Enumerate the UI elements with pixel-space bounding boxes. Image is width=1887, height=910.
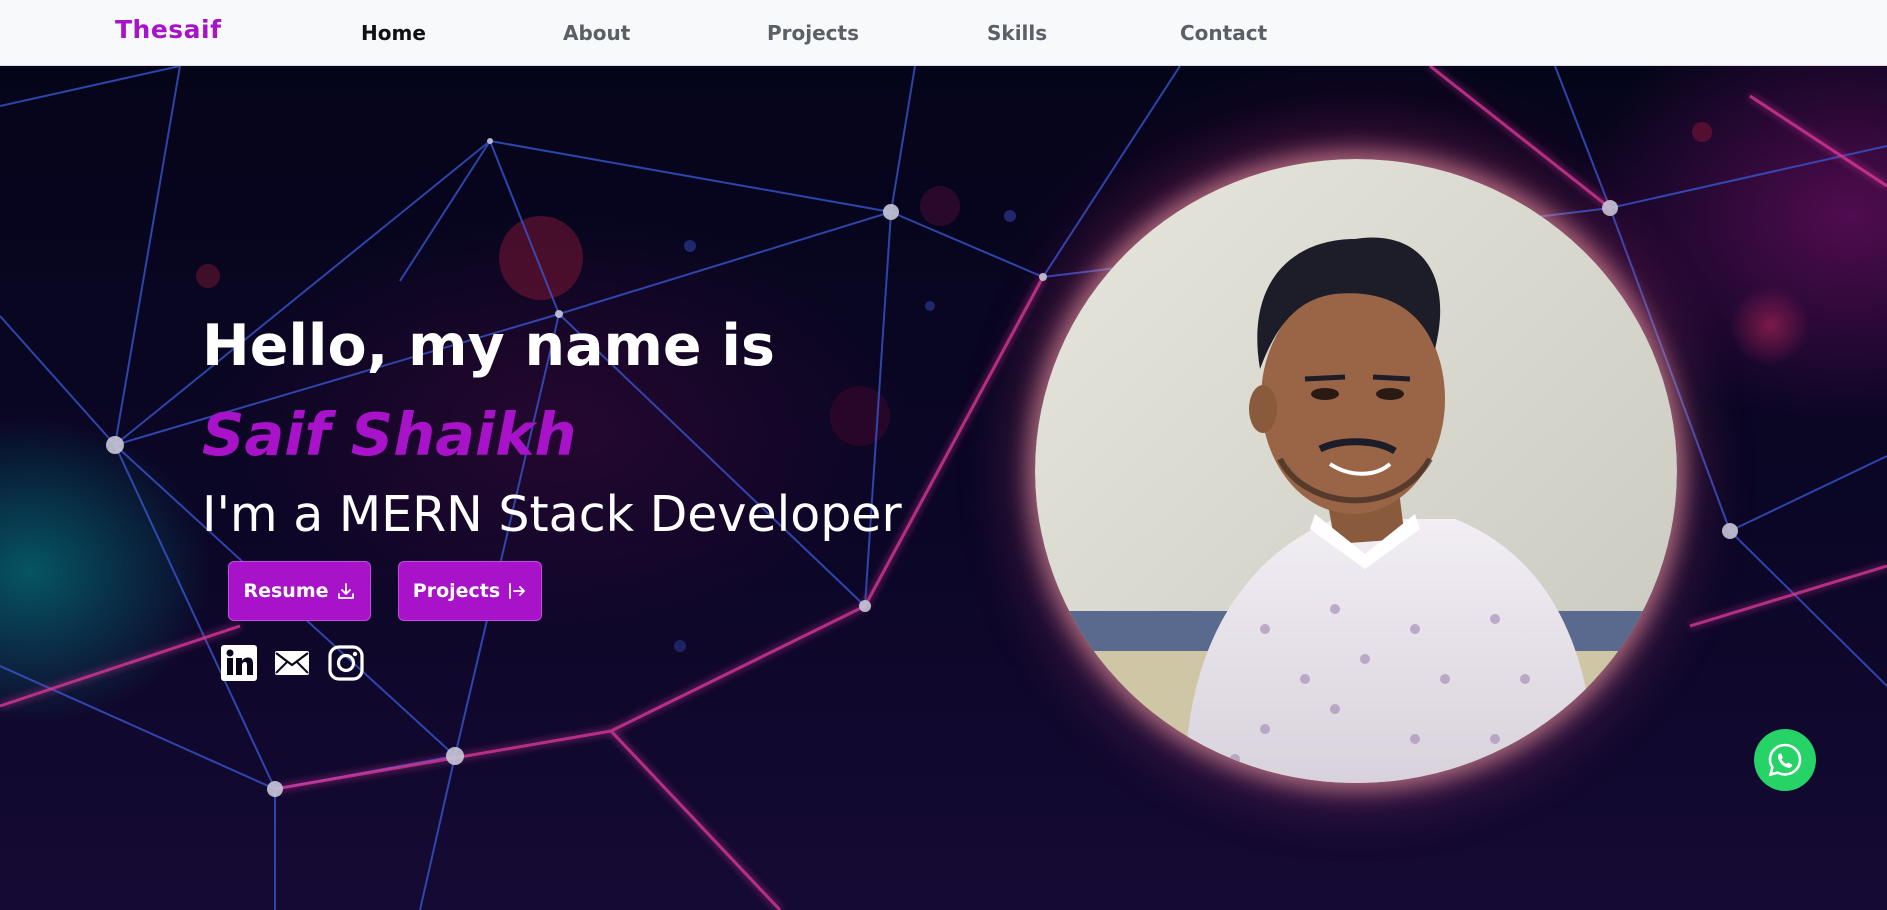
profile-photo-illustration (1035, 159, 1677, 783)
projects-button-label: Projects (412, 580, 501, 602)
mail-icon[interactable] (273, 644, 311, 682)
whatsapp-button[interactable] (1754, 729, 1816, 791)
resume-button[interactable]: Resume (228, 561, 371, 621)
arrow-right-to-line-icon (509, 583, 526, 599)
profile-photo (1035, 159, 1677, 783)
whatsapp-icon (1768, 743, 1802, 777)
nav-contact[interactable]: Contact (1180, 21, 1267, 45)
hero-name: Saif Shaikh (202, 400, 577, 469)
download-icon (337, 583, 354, 599)
resume-button-label: Resume (243, 580, 329, 602)
nav-projects[interactable]: Projects (767, 21, 859, 45)
linkedin-icon[interactable] (220, 644, 258, 682)
navbar: Thesaif Home About Projects Skills Conta… (0, 0, 1887, 66)
nav-home[interactable]: Home (361, 21, 426, 45)
nav-about[interactable]: About (563, 21, 630, 45)
hero-role: I'm a MERN Stack Developer (202, 486, 902, 543)
projects-button[interactable]: Projects (398, 561, 542, 621)
hero-section: Hello, my name is Saif Shaikh I'm a MERN… (0, 66, 1887, 910)
instagram-icon[interactable] (327, 644, 365, 682)
nav-skills[interactable]: Skills (987, 21, 1047, 45)
hero-greeting: Hello, my name is (202, 313, 775, 379)
brand-logo[interactable]: Thesaif (115, 15, 222, 44)
